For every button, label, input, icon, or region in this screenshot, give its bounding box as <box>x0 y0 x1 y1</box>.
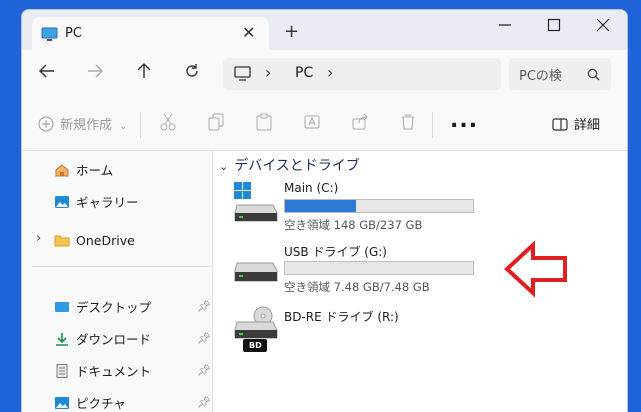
gallery-icon <box>54 195 70 209</box>
annotation-arrow <box>503 240 569 301</box>
up-button[interactable] <box>135 62 153 85</box>
chevron-right-icon[interactable]: › <box>265 63 271 82</box>
content-area: ⌄ デバイスとドライブ Main (C:) 空き領域 148 GB/237 GB <box>213 151 627 412</box>
sidebar-item-label: ピクチャ <box>76 396 126 411</box>
drive-item-c[interactable]: Main (C:) 空き領域 148 GB/237 GB <box>213 179 513 237</box>
chevron-down-icon: ⌄ <box>119 121 128 132</box>
sidebar-item-label: デスクトップ <box>76 300 152 315</box>
pin-icon: 📌︎ <box>197 396 211 409</box>
sidebar-item-pictures[interactable]: ピクチャ <box>54 393 126 412</box>
windows-drive-icon <box>233 181 279 229</box>
tab-title: PC <box>65 26 82 41</box>
usb-drive-icon <box>233 261 279 289</box>
more-options-button[interactable]: ... <box>450 108 478 133</box>
rename-icon[interactable] <box>304 113 320 135</box>
pin-icon: 📌︎ <box>197 364 211 377</box>
command-bar: 新規作成 ⌄ ... 詳細 <box>22 98 627 151</box>
free-space-text: 空き領域 148 GB/237 GB <box>284 218 423 232</box>
sidebar-item-home[interactable]: ホーム <box>54 160 113 179</box>
pin-icon: 📌︎ <box>197 300 211 313</box>
sidebar-item-label: ギャラリー <box>76 195 139 210</box>
share-icon[interactable] <box>352 113 368 135</box>
search-box[interactable]: PCの検 <box>509 58 611 90</box>
sidebar-item-desktop[interactable]: デスクトップ <box>54 297 151 316</box>
sidebar-item-label: ドキュメント <box>76 364 152 379</box>
group-header-label: デバイスとドライブ <box>234 158 360 174</box>
details-label: 詳細 <box>574 118 601 133</box>
toolbar-divider <box>140 112 141 138</box>
delete-icon[interactable] <box>400 113 416 135</box>
cut-icon[interactable] <box>160 113 176 135</box>
devices-group-header[interactable]: ⌄ デバイスとドライブ <box>219 155 360 175</box>
sidebar-item-onedrive[interactable]: OneDrive <box>54 233 135 248</box>
search-icon <box>587 66 600 85</box>
drive-name: BD-RE ドライブ (R:) <box>284 310 399 324</box>
drive-name: USB ドライブ (G:) <box>284 245 387 259</box>
sidebar-item-gallery[interactable]: ギャラリー <box>54 192 139 211</box>
pc-icon <box>41 27 58 46</box>
details-pane-icon <box>552 118 568 135</box>
toolbar-divider <box>432 112 433 138</box>
drive-name: Main (C:) <box>284 181 339 195</box>
forward-button[interactable] <box>86 62 104 85</box>
pictures-icon <box>54 396 70 410</box>
desktop-icon <box>54 300 70 314</box>
sidebar-item-label: OneDrive <box>76 233 135 248</box>
back-button[interactable] <box>38 62 56 85</box>
add-icon <box>38 116 54 136</box>
new-button[interactable]: 新規作成 ⌄ <box>38 114 128 136</box>
file-explorer-window: PC ✕ + › PC › PCの検 新規作成 ⌄ ... 詳細 ホーム ギャラ… <box>21 9 628 412</box>
free-space-text: 空き領域 7.48 GB/7.48 GB <box>284 280 430 294</box>
home-icon <box>54 163 70 177</box>
sidebar-divider <box>32 266 210 267</box>
minimize-button[interactable] <box>498 18 512 36</box>
close-window-button[interactable] <box>596 18 610 36</box>
download-icon <box>54 332 70 346</box>
navigation-pane: ホーム ギャラリー › OneDrive デスクトップ 📌︎ ダウンロード 📌︎ <box>22 151 213 412</box>
monitor-icon <box>234 66 251 85</box>
sidebar-item-documents[interactable]: ドキュメント <box>54 361 151 380</box>
sidebar-item-label: ホーム <box>76 163 114 178</box>
title-bar: PC ✕ + <box>22 10 627 50</box>
close-tab-icon[interactable]: ✕ <box>242 23 255 42</box>
bd-drive-icon <box>233 306 279 358</box>
chevron-right-icon[interactable]: › <box>36 231 41 246</box>
details-pane-button[interactable]: 詳細 <box>552 114 600 135</box>
maximize-button[interactable] <box>547 18 561 36</box>
breadcrumb-pc[interactable]: PC <box>295 65 313 81</box>
tab-pc[interactable]: PC ✕ <box>32 17 269 50</box>
new-tab-button[interactable]: + <box>284 21 299 42</box>
search-placeholder: PCの検 <box>519 69 562 84</box>
navigation-bar: › PC › PCの検 <box>22 50 627 98</box>
copy-icon[interactable] <box>208 113 224 135</box>
bd-badge: BD <box>249 341 262 350</box>
paste-icon[interactable] <box>256 113 272 135</box>
chevron-right-icon[interactable]: › <box>327 63 333 82</box>
folder-icon <box>54 233 70 247</box>
document-icon <box>54 364 70 378</box>
drive-item-r[interactable]: BD BD-RE ドライブ (R:) <box>213 306 513 356</box>
refresh-button[interactable] <box>183 62 201 85</box>
storage-bar-fill <box>285 200 357 212</box>
drive-item-g[interactable]: USB ドライブ (G:) 空き領域 7.48 GB/7.48 GB <box>213 241 513 299</box>
new-button-label: 新規作成 <box>60 118 113 133</box>
address-bar[interactable]: › PC › <box>223 58 501 90</box>
pin-icon: 📌︎ <box>197 332 211 345</box>
sidebar-item-label: ダウンロード <box>76 332 152 347</box>
chevron-down-icon: ⌄ <box>219 160 229 173</box>
storage-bar <box>284 199 474 213</box>
sidebar-item-downloads[interactable]: ダウンロード <box>54 329 151 348</box>
storage-bar <box>284 261 474 275</box>
